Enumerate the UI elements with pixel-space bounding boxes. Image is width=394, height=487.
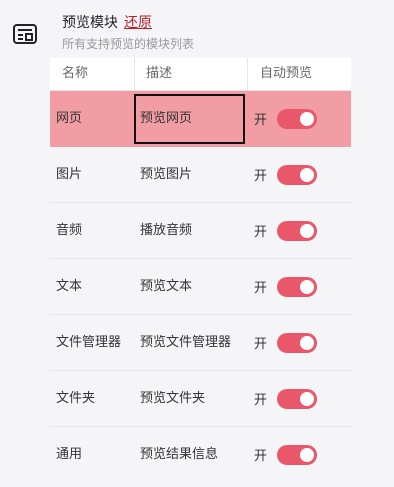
table-row-general[interactable]: 通用 预览结果信息 开 [50, 427, 351, 482]
modules-table: 名称 描述 自动预览 网页 预览网页 开 图片 预览图片 开 音频 播放音频 开… [50, 58, 351, 482]
auto-preview-toggle-group: 开 [254, 147, 318, 202]
auto-preview-switch[interactable] [277, 220, 318, 241]
preview-modules-panel: 预览模块 还原 所有支持预览的模块列表 名称 描述 自动预览 网页 预览网页 开 … [0, 0, 394, 487]
toggle-label: 开 [254, 393, 268, 408]
row-description: 预览网页 [140, 111, 193, 126]
auto-preview-toggle-group: 开 [254, 371, 318, 426]
row-description: 预览文本 [140, 279, 193, 294]
switch-knob [300, 111, 315, 126]
row-name: 网页 [56, 111, 83, 126]
table-row-audio[interactable]: 音频 播放音频 开 [50, 203, 351, 259]
row-description: 预览图片 [140, 167, 193, 182]
row-name: 文本 [56, 279, 83, 294]
auto-preview-switch[interactable] [277, 276, 318, 297]
table-row-file-manager[interactable]: 文件管理器 预览文件管理器 开 [50, 315, 351, 371]
column-header-name: 名称 [62, 66, 89, 81]
switch-knob [300, 167, 315, 182]
table-row-webpage[interactable]: 网页 预览网页 开 [50, 91, 351, 147]
toggle-label: 开 [254, 225, 268, 240]
row-description: 预览文件管理器 [140, 335, 232, 350]
toggle-label: 开 [254, 449, 268, 464]
module-list-icon [13, 24, 37, 44]
column-header-auto-preview: 自动预览 [260, 66, 313, 81]
column-divider [134, 58, 135, 90]
toggle-label: 开 [254, 169, 268, 184]
auto-preview-switch[interactable] [277, 332, 318, 353]
row-description: 预览文件夹 [140, 391, 206, 406]
row-name: 通用 [56, 447, 83, 462]
table-header: 名称 描述 自动预览 [50, 58, 351, 91]
auto-preview-toggle-group: 开 [254, 91, 318, 146]
toggle-label: 开 [254, 281, 268, 296]
table-row-folder[interactable]: 文件夹 预览文件夹 开 [50, 371, 351, 427]
switch-knob [300, 279, 315, 294]
auto-preview-toggle-group: 开 [254, 259, 318, 314]
page-title: 预览模块 还原 [62, 14, 152, 32]
toggle-label: 开 [254, 337, 268, 352]
auto-preview-toggle-group: 开 [254, 427, 318, 482]
switch-knob [300, 391, 315, 406]
auto-preview-switch[interactable] [277, 444, 318, 465]
auto-preview-switch[interactable] [277, 108, 318, 129]
auto-preview-toggle-group: 开 [254, 203, 318, 258]
row-name: 文件管理器 [56, 335, 122, 350]
table-row-text[interactable]: 文本 预览文本 开 [50, 259, 351, 315]
switch-knob [300, 447, 315, 462]
toggle-label: 开 [254, 113, 268, 128]
auto-preview-switch[interactable] [277, 388, 318, 409]
switch-knob [300, 335, 315, 350]
column-header-description: 描述 [146, 66, 173, 81]
auto-preview-switch[interactable] [277, 164, 318, 185]
row-description: 播放音频 [140, 223, 193, 238]
column-divider [247, 58, 248, 90]
row-description: 预览结果信息 [140, 447, 219, 462]
auto-preview-toggle-group: 开 [254, 315, 318, 370]
table-row-image[interactable]: 图片 预览图片 开 [50, 147, 351, 203]
row-name: 图片 [56, 167, 83, 182]
page-subtitle: 所有支持预览的模块列表 [62, 37, 195, 51]
page-title-text: 预览模块 [62, 15, 118, 31]
switch-knob [300, 223, 315, 238]
row-name: 文件夹 [56, 391, 96, 406]
restore-link[interactable]: 还原 [124, 15, 152, 31]
row-name: 音频 [56, 223, 83, 238]
